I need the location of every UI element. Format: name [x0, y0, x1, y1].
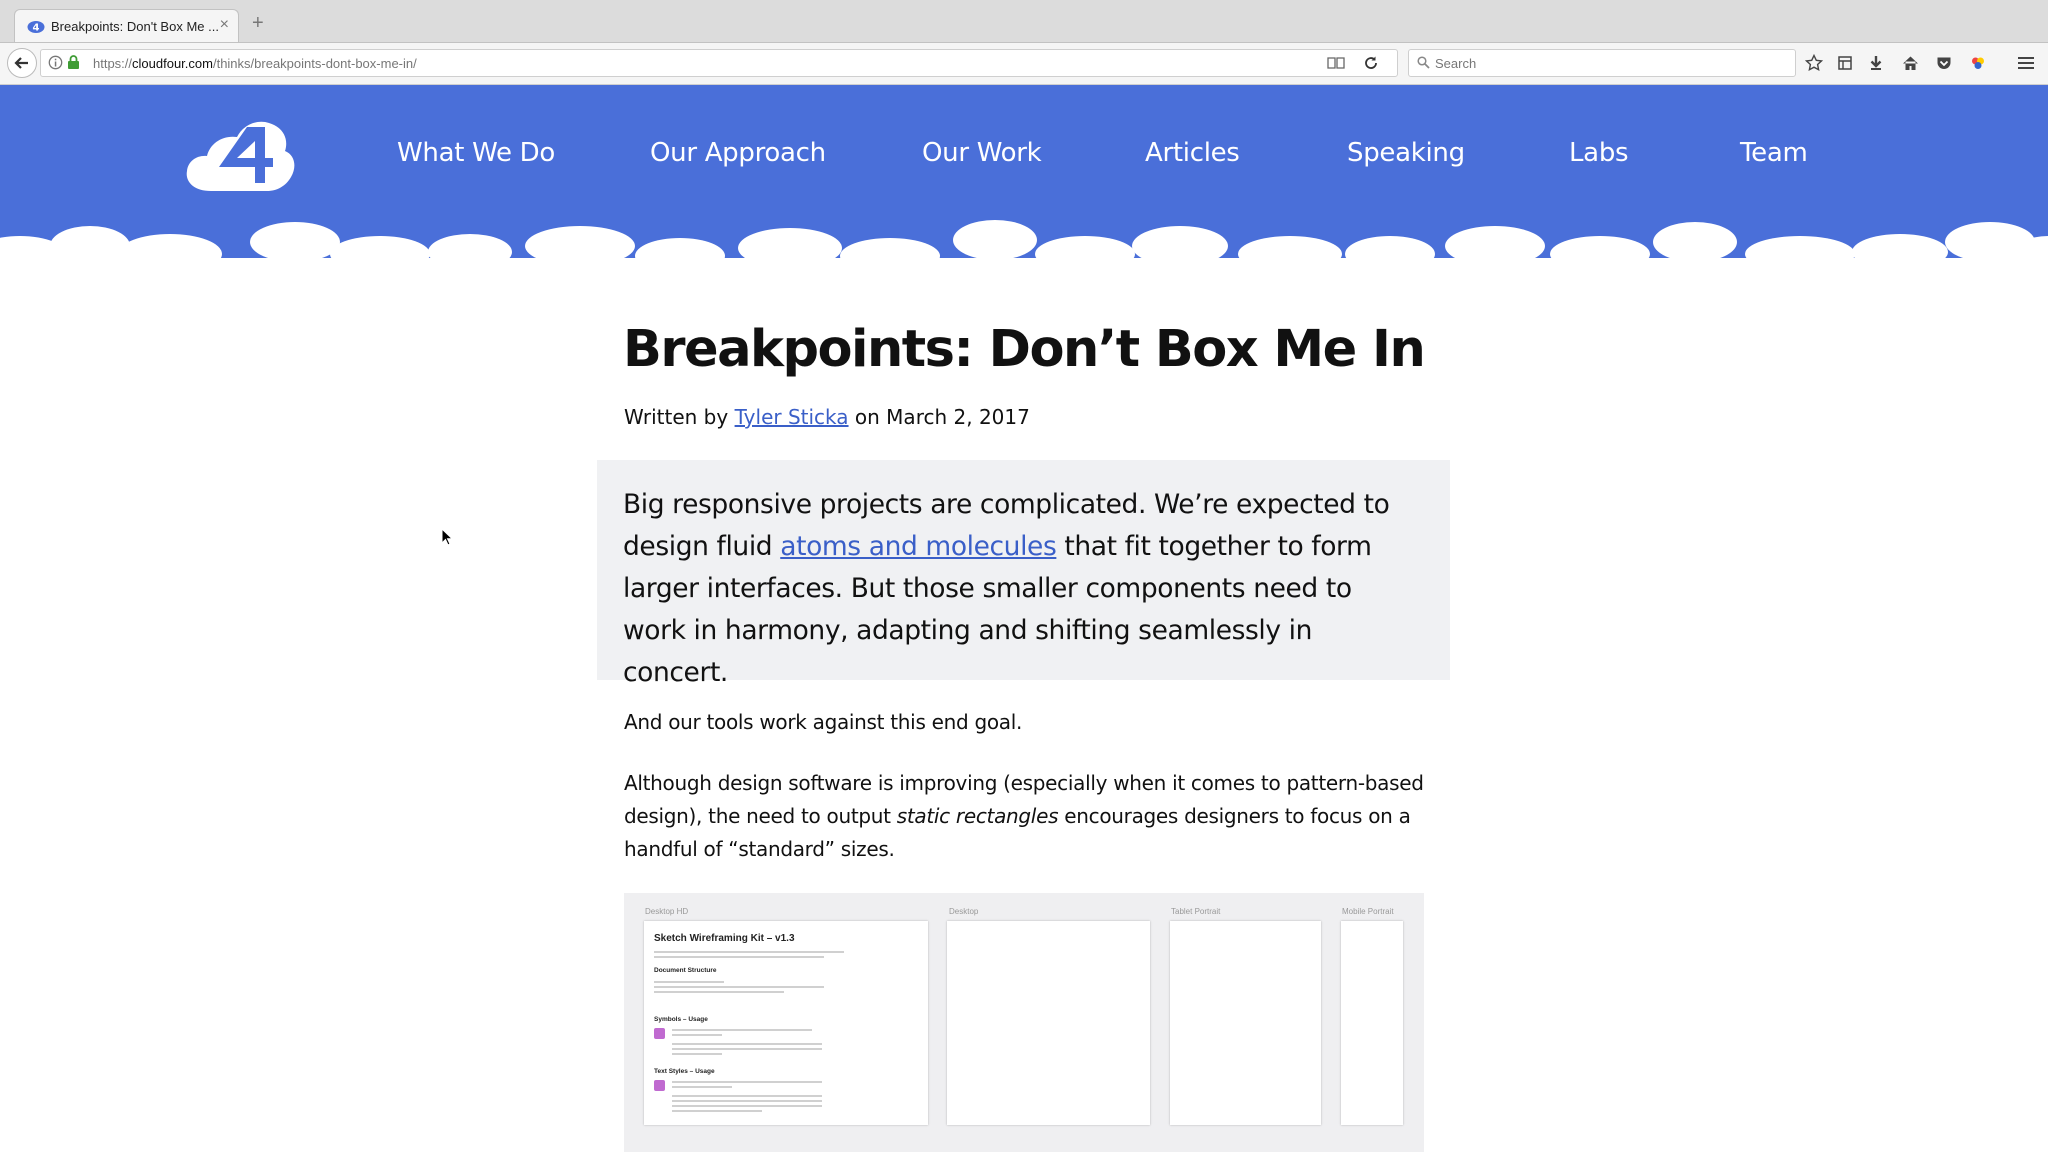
- nav-our-approach[interactable]: Our Approach: [650, 138, 826, 168]
- nav-our-work[interactable]: Our Work: [922, 138, 1042, 168]
- intro-text: Big responsive projects are complicated.…: [623, 489, 1390, 688]
- extension-icon[interactable]: [1968, 53, 1988, 73]
- new-tab-icon[interactable]: +: [252, 12, 264, 35]
- section-heading: Text Styles – Usage: [654, 1068, 715, 1075]
- search-icon: [1417, 56, 1430, 69]
- artboard-label: Mobile Portrait: [1342, 907, 1394, 916]
- artboard-tablet-portrait: [1170, 921, 1321, 1125]
- byline-date: on March 2, 2017: [854, 405, 1030, 429]
- nav-what-we-do[interactable]: What We Do: [397, 138, 555, 168]
- menu-icon[interactable]: [2016, 53, 2036, 73]
- byline-prefix: Written by: [624, 405, 729, 429]
- browser-tab[interactable]: 4 Breakpoints: Don't Box Me ... ×: [14, 9, 239, 42]
- artboard-label: Desktop: [949, 907, 979, 916]
- artboard-desktop: [947, 921, 1150, 1125]
- emphasis-static-rectangles: static rectangles: [896, 804, 1059, 828]
- nav-speaking[interactable]: Speaking: [1347, 138, 1465, 168]
- home-icon[interactable]: [1900, 53, 1920, 73]
- url-bar[interactable]: https://cloudfour.com/thinks/breakpoints…: [40, 49, 1398, 77]
- main-nav: What We Do Our Approach Our Work Article…: [0, 138, 2048, 178]
- nav-articles[interactable]: Articles: [1145, 138, 1240, 168]
- search-bar[interactable]: Search: [1408, 49, 1796, 77]
- artboard-label: Desktop HD: [645, 907, 689, 916]
- back-button[interactable]: [7, 48, 37, 78]
- artboard-label: Tablet Portrait: [1171, 907, 1221, 916]
- browser-nav-bar: https://cloudfour.com/thinks/breakpoints…: [0, 43, 2048, 85]
- search-placeholder: Search: [1435, 56, 1477, 71]
- pocket-icon[interactable]: [1934, 53, 1954, 73]
- info-icon[interactable]: [48, 55, 63, 70]
- tab-close-icon[interactable]: ×: [220, 16, 229, 34]
- section-heading: Document Structure: [654, 967, 717, 974]
- sketch-artboards-image: Desktop HD Desktop Tablet Portrait Mobil…: [624, 893, 1424, 1152]
- reload-icon[interactable]: [1363, 55, 1379, 71]
- cloud-border: [0, 220, 2048, 280]
- mouse-cursor-icon: [441, 528, 453, 546]
- reader-view-icon[interactable]: [1327, 56, 1345, 70]
- cloudfour-favicon-icon: 4: [27, 21, 45, 34]
- back-arrow-icon: [14, 57, 28, 69]
- article-title: Breakpoints: Don’t Box Me In: [623, 320, 1426, 379]
- download-icon[interactable]: [1866, 53, 1886, 73]
- artboard-desktop-hd: Sketch Wireframing Kit – v1.3 Document S…: [644, 921, 928, 1125]
- atoms-molecules-link[interactable]: atoms and molecules: [780, 531, 1057, 562]
- browser-tab-bar: 4 Breakpoints: Don't Box Me ... × +: [0, 0, 2048, 43]
- intro-callout: Big responsive projects are complicated.…: [597, 460, 1450, 688]
- nav-team[interactable]: Team: [1740, 138, 1808, 168]
- bookmarks-library-icon[interactable]: [1835, 53, 1855, 73]
- lock-icon[interactable]: [67, 55, 80, 70]
- kit-title: Sketch Wireframing Kit – v1.3: [654, 933, 795, 944]
- tab-title: Breakpoints: Don't Box Me ...: [51, 19, 219, 34]
- paragraph-2: Although design software is improving (e…: [624, 771, 1424, 861]
- url-text[interactable]: https://cloudfour.com/thinks/breakpoints…: [93, 56, 417, 71]
- author-link[interactable]: Tyler Sticka: [735, 405, 849, 429]
- bookmark-star-icon[interactable]: [1804, 53, 1824, 73]
- section-heading: Symbols – Usage: [654, 1016, 708, 1023]
- nav-labs[interactable]: Labs: [1569, 138, 1629, 168]
- paragraph-1: And our tools work against this end goal…: [624, 710, 1023, 734]
- byline: Written by Tyler Sticka on March 2, 2017: [624, 405, 1030, 429]
- artboard-mobile-portrait: [1341, 921, 1403, 1125]
- svg-text:4: 4: [33, 23, 40, 34]
